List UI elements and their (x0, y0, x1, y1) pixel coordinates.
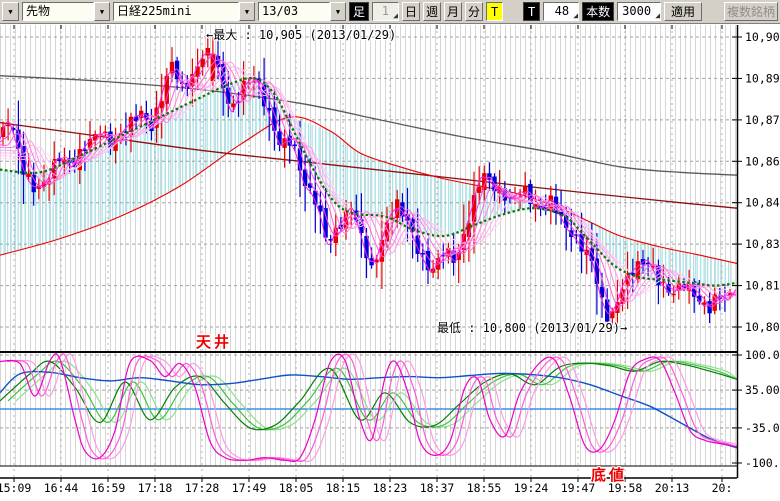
bottom-price-annotation: 底値 (591, 464, 627, 485)
x-axis-label: 18:37 (420, 481, 455, 495)
apply-button[interactable]: 適用 (664, 2, 702, 21)
x-axis-label: 16:44 (44, 481, 79, 495)
day-button[interactable]: 日 (402, 2, 420, 21)
price-axis-label: 10,890 (745, 71, 780, 85)
oscillator-axis-label: 35.00 (745, 383, 780, 397)
spinner-grip-icon[interactable]: ◢ (573, 12, 578, 20)
x-axis-label: 18:05 (279, 481, 314, 495)
oscillator-lines (0, 354, 737, 462)
symbol-select-value: 日経225mini (113, 2, 239, 21)
price-axis-label: 10,800 (745, 320, 780, 334)
dropdown-arrow-icon[interactable]: ▼ (330, 2, 346, 21)
price-axis-label: 10,815 (745, 279, 780, 293)
spinner-grip-icon[interactable]: ◢ (393, 12, 398, 20)
symbol-type-select-value: 先物 (22, 2, 94, 21)
dropdown-arrow-icon[interactable]: ▼ (94, 2, 110, 21)
chart-list-select[interactable]: ▼ (2, 2, 19, 21)
x-axis-label: 17:18 (138, 481, 173, 495)
x-axis-label: 16:59 (91, 481, 126, 495)
x-axis-label: 18:15 (326, 481, 361, 495)
chart-canvas[interactable]: 10,905 10,890 10,875 10,860 10,845 10,830 10,8… (0, 0, 780, 501)
x-axis-label: 17:49 (232, 481, 267, 495)
symbol-type-select[interactable]: 先物▼ (22, 2, 110, 21)
tick-label: T (523, 2, 540, 21)
spinner-grip-icon[interactable]: ◢ (655, 12, 660, 20)
x-axis-label: 18:23 (373, 481, 408, 495)
x-axis-label: 20:13 (655, 481, 690, 495)
x-axis-label: 19:24 (514, 481, 549, 495)
bar-count-input[interactable]: 3000◢ (617, 2, 661, 21)
plot-region (0, 25, 737, 478)
month-button[interactable]: 月 (444, 2, 462, 21)
dropdown-arrow-icon[interactable]: ▼ (239, 2, 255, 21)
oscillator-axis-label: 100.00 (745, 348, 780, 362)
x-axis-label: 17:28 (185, 481, 220, 495)
price-axis-label: 10,875 (745, 113, 780, 127)
bar-type-label: 足 (349, 2, 369, 21)
contract-month-select-value: 13/03 (258, 2, 330, 21)
x-axis-label: 20: (712, 481, 733, 495)
x-axis-label: 15:09 (0, 481, 31, 495)
minute-button[interactable]: 分 (465, 2, 483, 21)
week-button[interactable]: 週 (423, 2, 441, 21)
symbol-select[interactable]: 日経225mini▼ (113, 2, 255, 21)
oscillator-axis-label: -100.00 (745, 456, 780, 470)
toolbar: ▼先物▼日経225mini▼13/03▼足1◢日週月分TT48◢本数3000◢適… (0, 0, 780, 24)
price-axis-label: 10,905 (745, 30, 780, 44)
bar-count-label: 本数 (582, 2, 614, 21)
chart-application-window: ▼先物▼日経225mini▼13/03▼足1◢日週月分TT48◢本数3000◢適… (0, 0, 780, 501)
min-price-annotation: 最低 : 10,800 (2013/01/29)→ (437, 319, 627, 336)
price-axis-label: 10,860 (745, 154, 780, 168)
multi-symbol-button: 複数銘柄 (724, 2, 778, 21)
tick-button[interactable]: T (486, 2, 503, 21)
price-axis-label: 10,845 (745, 196, 780, 210)
max-price-annotation: ←最大 : 10,905 (2013/01/29) (206, 26, 396, 43)
bar-interval-input: 1◢ (372, 2, 399, 21)
tick-size-input[interactable]: 48◢ (543, 2, 579, 21)
ceiling-annotation: 天井 (196, 331, 232, 352)
oscillator-axis-label: -35.00 (745, 421, 780, 435)
price-axis-label: 10,830 (745, 237, 780, 251)
contract-month-select[interactable]: 13/03▼ (258, 2, 346, 21)
x-axis-label: 18:55 (467, 481, 502, 495)
